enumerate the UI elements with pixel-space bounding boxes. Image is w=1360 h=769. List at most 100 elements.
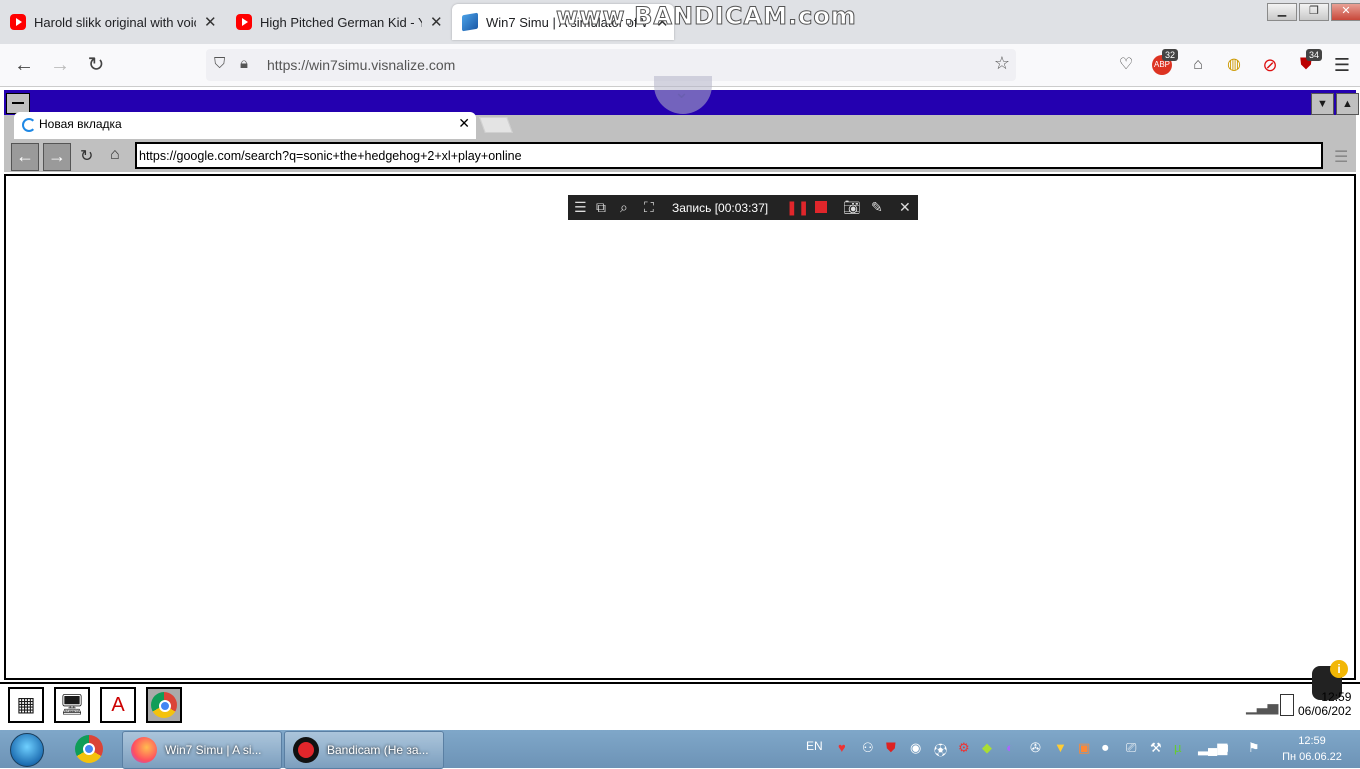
tray-media-icon[interactable]: ◐: [1006, 740, 1014, 755]
tray-box-icon[interactable]: ◆: [982, 740, 992, 756]
sim-dropdown-button[interactable]: ▼: [1311, 93, 1334, 115]
sim-battery-icon[interactable]: [1280, 694, 1294, 716]
sim-address-bar[interactable]: https://google.com/search?q=sonic+the+he…: [135, 142, 1323, 169]
zoom-area-icon[interactable]: ⌕: [620, 199, 628, 216]
sim-start-icon[interactable]: ▦: [8, 687, 44, 723]
firefox-icon: [131, 737, 157, 763]
sim-address-text: https://google.com/search?q=sonic+the+he…: [139, 149, 522, 163]
taskbar-clock[interactable]: 12:59 Пн 06.06.22: [1278, 733, 1346, 765]
shield-icon[interactable]: ⛉: [214, 55, 225, 72]
sim-tab-new[interactable]: Новая вкладка ✕: [14, 112, 476, 139]
sim-paint-icon[interactable]: A: [100, 687, 136, 723]
lock-icon[interactable]: 🔒︎: [240, 55, 248, 72]
menu-icon[interactable]: ☰: [1332, 55, 1352, 75]
taskbar-item-label: Bandicam (Не за...: [327, 743, 429, 757]
taskbar-date: Пн 06.06.22: [1282, 751, 1342, 763]
tab-label: Harold slikk original with voice: [34, 14, 196, 30]
taskbar-item-label: Win7 Simu | A si...: [165, 743, 262, 757]
sim-new-tab-button[interactable]: [479, 117, 513, 133]
minimize-button[interactable]: ▁: [1267, 3, 1297, 21]
sim-clock[interactable]: 12:59 06/06/202: [1298, 690, 1351, 718]
tab-label: High Pitched German Kid - You: [260, 14, 422, 30]
restore-button[interactable]: ❐: [1299, 3, 1329, 21]
close-tab-icon[interactable]: ✕: [430, 13, 443, 31]
taskbar-chrome[interactable]: [70, 731, 108, 767]
win7-icon: [462, 12, 478, 32]
reload-icon[interactable]: ↻: [84, 53, 108, 77]
tray-record-icon[interactable]: ⏺: [1102, 740, 1109, 756]
sim-system-menu-button[interactable]: [6, 93, 30, 114]
close-window-button[interactable]: ✕: [1331, 3, 1360, 21]
tray-gear-icon[interactable]: ⚙: [958, 740, 970, 756]
sim-maximize-button[interactable]: ▲: [1336, 93, 1359, 115]
block-icon[interactable]: ⊘: [1260, 55, 1280, 75]
language-indicator[interactable]: EN: [806, 739, 823, 753]
pencil-icon[interactable]: ✎: [871, 199, 883, 216]
adblock-icon[interactable]: ABP 32: [1152, 49, 1178, 75]
globe-icon[interactable]: ◍: [1224, 55, 1244, 75]
tab-german-kid[interactable]: High Pitched German Kid - You ✕: [226, 4, 448, 40]
recording-timer: Запись [00:03:37]: [672, 201, 769, 215]
taskbar-firefox-window[interactable]: Win7 Simu | A si...: [122, 731, 282, 769]
tray-volume-icon[interactable]: 🔈︎: [1224, 740, 1232, 756]
close-icon[interactable]: ✕: [899, 199, 911, 216]
tray-network-icon[interactable]: ✇: [1030, 740, 1041, 756]
youtube-icon: [236, 14, 252, 30]
chrome-icon: [75, 735, 103, 763]
taskbar-time: 12:59: [1298, 735, 1326, 747]
sim-forward-button[interactable]: →: [43, 143, 71, 171]
tray-soccer-icon[interactable]: ⚽︎: [934, 740, 947, 759]
stop-icon[interactable]: [815, 201, 827, 213]
sim-clock-date: 06/06/202: [1298, 704, 1352, 718]
tray-ucoz-icon[interactable]: ▣: [1078, 740, 1090, 756]
sim-signal-icon[interactable]: ▁▃▅: [1246, 698, 1278, 715]
tray-heart-icon[interactable]: ♥: [838, 740, 846, 755]
tray-steam-icon[interactable]: ◉: [910, 740, 921, 756]
menu-icon[interactable]: ☰: [574, 199, 587, 216]
address-text: https://win7simu.visnalize.com: [267, 57, 456, 73]
start-button[interactable]: [6, 731, 46, 767]
tray-signal-icon[interactable]: ▂▄▆: [1198, 740, 1227, 756]
ublock-icon[interactable]: ⛊ 34: [1296, 49, 1322, 75]
tray-flag-icon[interactable]: ⚑: [1248, 740, 1260, 756]
close-tab-icon[interactable]: ✕: [204, 13, 217, 31]
tray-folder-icon[interactable]: ▼: [1054, 740, 1067, 755]
sim-taskbar: [0, 682, 1360, 732]
bandicam-icon: [293, 737, 319, 763]
info-icon: i: [1330, 660, 1348, 678]
sim-reload-icon[interactable]: ↻: [80, 146, 93, 166]
sim-back-button[interactable]: ←: [11, 143, 39, 171]
taskbar-bandicam-window[interactable]: Bandicam (Не за...: [284, 731, 444, 769]
address-bar[interactable]: ⛉ 🔒︎ https://win7simu.visnalize.com ☆: [206, 49, 1016, 81]
camera-icon[interactable]: 📷︎: [843, 199, 861, 216]
sim-home-icon[interactable]: ⌂: [110, 146, 120, 164]
tray-devices-icon[interactable]: ⎚: [1126, 740, 1136, 756]
back-icon[interactable]: ←: [12, 53, 36, 77]
sim-tab-title: Новая вкладка: [39, 117, 122, 131]
sim-page-content[interactable]: [4, 174, 1356, 680]
forward-icon[interactable]: →: [48, 53, 72, 77]
ublock-badge: 34: [1305, 49, 1322, 61]
sim-menu-icon[interactable]: ☰: [1334, 147, 1348, 167]
bookmark-star-icon[interactable]: ☆: [994, 53, 1010, 74]
adblock-badge: 32: [1161, 49, 1178, 61]
youtube-icon: [10, 14, 26, 30]
tab-harold[interactable]: Harold slikk original with voice ✕: [0, 4, 222, 40]
tray-app-icon[interactable]: ⚇: [862, 740, 874, 756]
tray-tools-icon[interactable]: ⚒: [1150, 740, 1162, 756]
sim-computer-icon[interactable]: 🖥︎: [54, 687, 90, 723]
windows-logo-icon: [10, 733, 44, 767]
outer-tab-strip: Harold slikk original with voice ✕ High …: [0, 0, 1360, 44]
pocket-icon[interactable]: ♡: [1116, 55, 1136, 75]
tray-torrent-icon[interactable]: µ: [1174, 740, 1182, 755]
chevron-down-icon: ⌄: [674, 82, 690, 102]
close-tab-icon[interactable]: ✕: [458, 115, 470, 132]
tray-shield-icon[interactable]: ⛊: [886, 740, 896, 756]
bandicam-record-bar: ☰ ⧉ ⌕ ⛶ Запись [00:03:37] ❚❚ 📷︎ ✎ ✕: [568, 195, 918, 220]
loading-spinner-icon: [22, 118, 36, 132]
library-icon[interactable]: ⌂: [1188, 55, 1208, 75]
pause-icon[interactable]: ❚❚: [786, 199, 809, 216]
sim-chrome-icon[interactable]: [146, 687, 182, 723]
fullscreen-icon[interactable]: ⛶: [644, 199, 654, 216]
window-mode-icon[interactable]: ⧉: [596, 199, 606, 216]
